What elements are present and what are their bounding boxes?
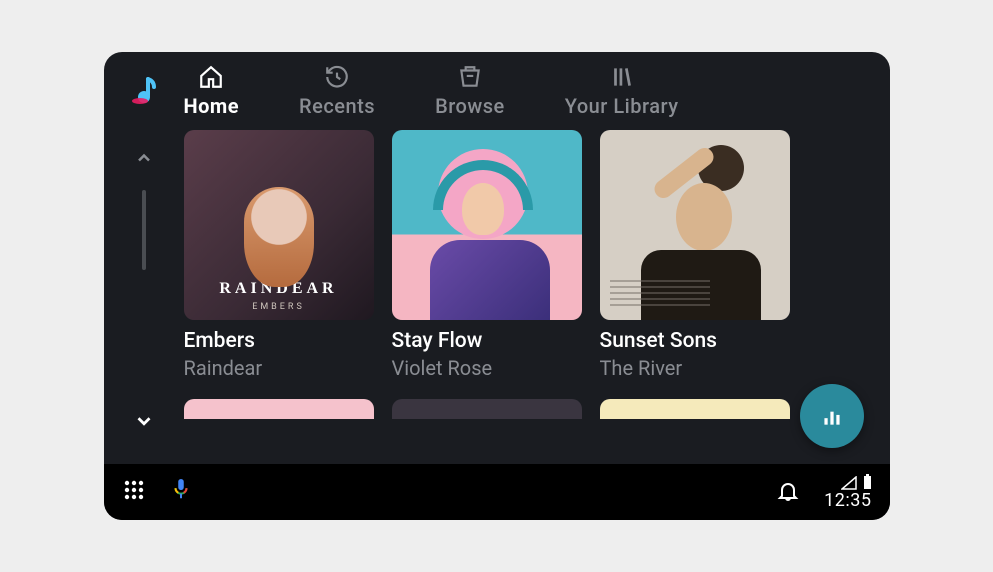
album-artwork [392, 130, 582, 320]
album-artist: The River [600, 355, 790, 381]
album-artwork: RAINDEAR EMBERS [184, 130, 374, 320]
system-bar: 12:35 [104, 464, 890, 520]
clock: 12:35 [824, 492, 871, 510]
album-grid: RAINDEAR EMBERS Embers Raindear Stay Flo… [184, 130, 890, 464]
notifications-button[interactable] [776, 478, 800, 506]
recents-icon [324, 64, 350, 90]
tab-library[interactable]: Your Library [565, 64, 679, 118]
album-title: Embers [184, 328, 374, 355]
album-artist: Raindear [184, 355, 374, 381]
signal-icon [841, 476, 857, 490]
scroll-indicator [142, 190, 146, 270]
music-app-window: Home Recents Browse Your Library [104, 52, 890, 520]
apps-grid-icon [122, 478, 146, 502]
equalizer-icon [819, 403, 845, 429]
album-card[interactable] [392, 399, 582, 419]
battery-icon [863, 474, 872, 490]
app-launcher-button[interactable] [122, 478, 146, 506]
scroll-up-button[interactable] [126, 140, 162, 180]
status-area: 12:35 [824, 474, 871, 510]
scroll-down-button[interactable] [125, 402, 163, 444]
album-artist: Violet Rose [392, 355, 582, 381]
tab-recents[interactable]: Recents [299, 64, 375, 118]
album-card[interactable]: RAINDEAR EMBERS Embers Raindear [184, 130, 374, 381]
scroll-column [104, 130, 184, 464]
album-card[interactable]: Sunset Sons The River [600, 130, 790, 381]
album-card[interactable] [600, 399, 790, 419]
tab-label: Home [184, 94, 240, 118]
app-logo [104, 75, 184, 107]
music-note-icon [128, 75, 160, 107]
tab-browse[interactable]: Browse [435, 64, 505, 118]
bell-icon [776, 478, 800, 502]
main-content: RAINDEAR EMBERS Embers Raindear Stay Flo… [104, 130, 890, 464]
album-card[interactable] [184, 399, 374, 419]
microphone-icon [170, 477, 192, 503]
tab-label: Your Library [565, 94, 679, 118]
tab-home[interactable]: Home [184, 64, 240, 118]
tab-label: Recents [299, 94, 375, 118]
home-icon [198, 64, 224, 90]
tab-label: Browse [435, 94, 505, 118]
top-bar: Home Recents Browse Your Library [104, 52, 890, 130]
library-icon [609, 64, 635, 90]
artwork-subtitle-text: EMBERS [184, 302, 374, 312]
album-artwork [600, 130, 790, 320]
artwork-title-text: RAINDEAR [184, 280, 374, 298]
album-title: Stay Flow [392, 328, 582, 355]
album-title: Sunset Sons [600, 328, 790, 355]
voice-assistant-button[interactable] [170, 477, 192, 507]
now-playing-fab[interactable] [800, 384, 864, 448]
browse-icon [457, 64, 483, 90]
album-card[interactable]: Stay Flow Violet Rose [392, 130, 582, 381]
tab-bar: Home Recents Browse Your Library [184, 64, 890, 118]
